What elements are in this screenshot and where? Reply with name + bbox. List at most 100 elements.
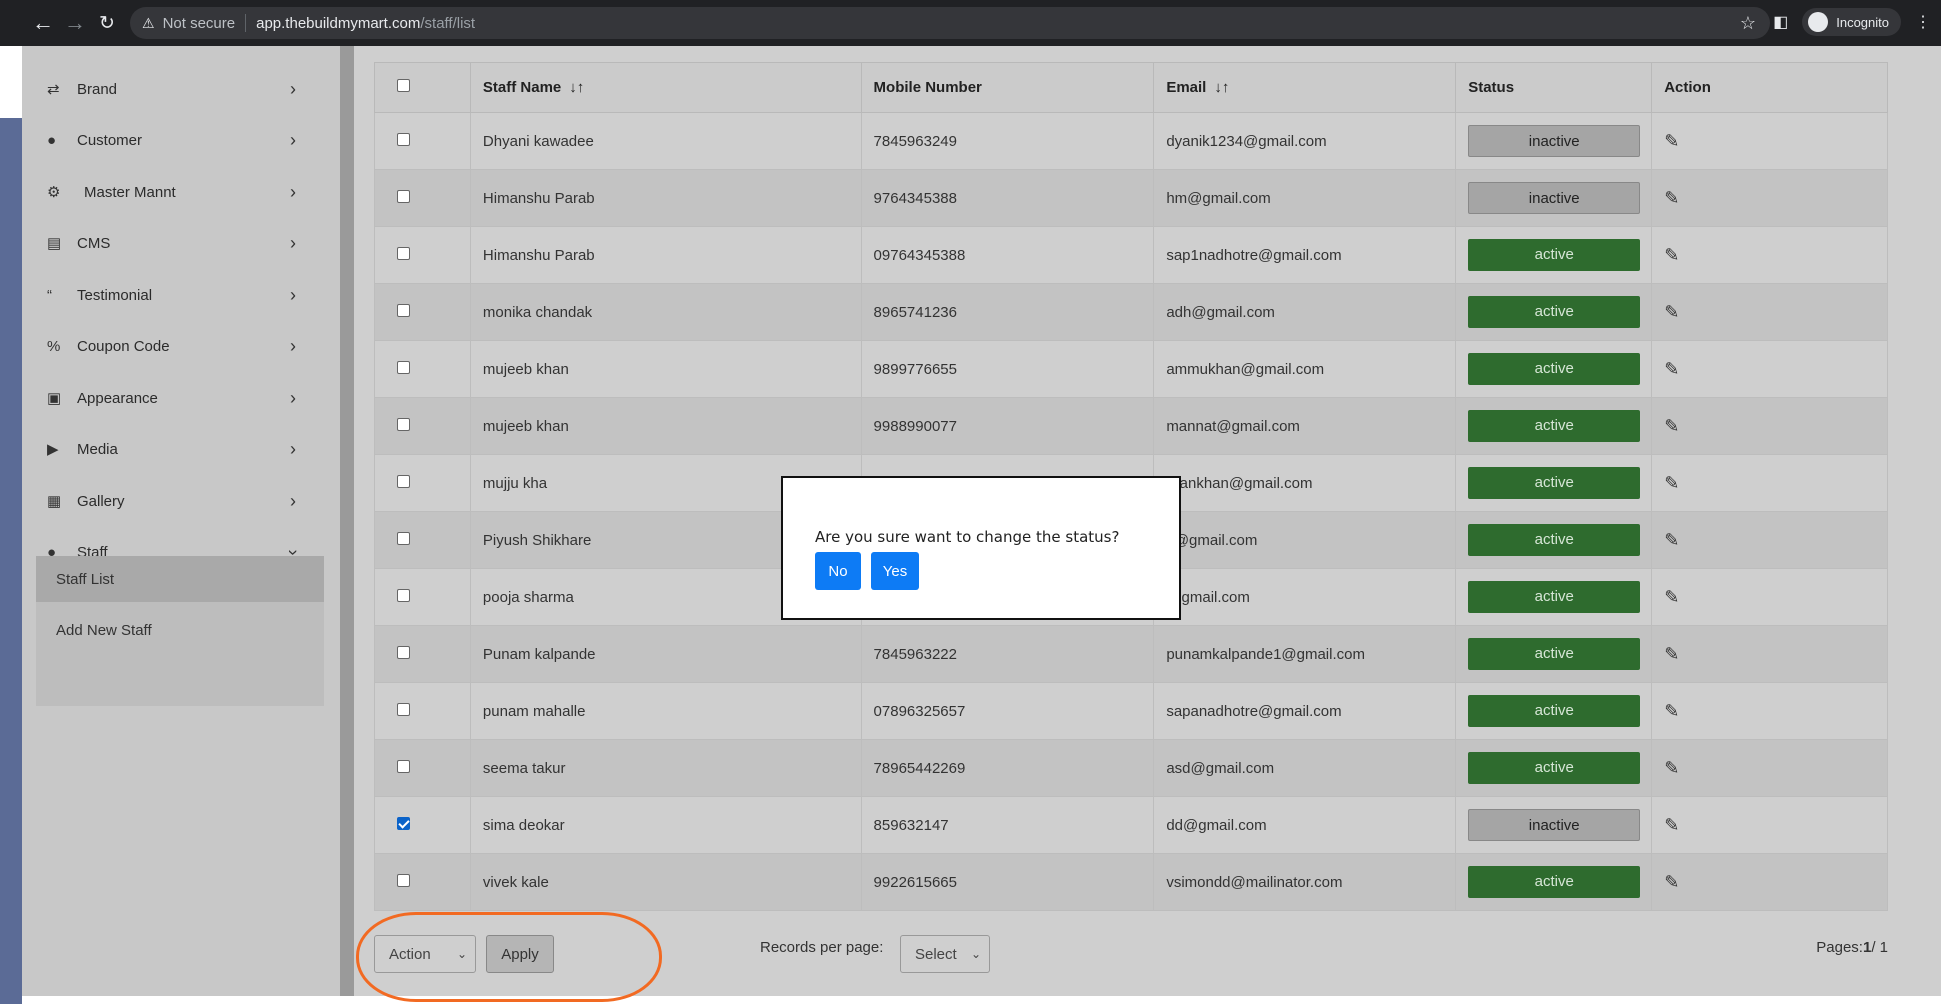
submenu-item-staff-list[interactable]: Staff List	[36, 556, 324, 602]
edit-icon[interactable]: ✎	[1664, 644, 1679, 664]
status-toggle-button[interactable]: inactive	[1468, 809, 1641, 841]
edit-icon[interactable]: ✎	[1664, 701, 1679, 721]
sidebar-item-customer[interactable]: ● Customer ›	[22, 115, 340, 165]
edit-icon[interactable]: ✎	[1664, 245, 1679, 265]
cell-action: ✎	[1651, 112, 1888, 170]
col-email[interactable]: Email ↓↑	[1153, 62, 1457, 113]
cell-email: sap1nadhotre@gmail.com	[1153, 226, 1457, 284]
cell-action: ✎	[1651, 340, 1888, 398]
cell-email: asd@gmail.com	[1153, 739, 1457, 797]
sidebar-item-appearance[interactable]: ▣ Appearance ›	[22, 373, 340, 423]
sidebar-item-label: Gallery	[77, 492, 125, 510]
chevron-right-icon: ›	[290, 78, 296, 99]
status-toggle-button[interactable]: active	[1468, 239, 1641, 271]
chevron-right-icon: ›	[290, 284, 296, 305]
table-row: vivek kale 9922615665 vsimondd@mailinato…	[374, 853, 1888, 911]
status-toggle-button[interactable]: active	[1468, 695, 1641, 727]
status-toggle-button[interactable]: inactive	[1468, 182, 1641, 214]
kebab-menu-icon[interactable]: ⋮	[1915, 12, 1931, 32]
row-checkbox[interactable]	[397, 588, 410, 602]
cell-mobile: 9988990077	[860, 397, 1155, 455]
row-checkbox[interactable]	[397, 417, 410, 431]
pagination-info: Pages:1/ 1	[1816, 939, 1888, 956]
cell-email: mannat@gmail.com	[1153, 397, 1457, 455]
status-toggle-button[interactable]: active	[1468, 296, 1641, 328]
status-toggle-button[interactable]: active	[1468, 638, 1641, 670]
status-toggle-button[interactable]: inactive	[1468, 125, 1641, 157]
row-checkbox[interactable]	[397, 360, 410, 374]
row-checkbox[interactable]	[397, 246, 410, 260]
table-row: monika chandak 8965741236 adh@gmail.com …	[374, 283, 1888, 341]
cell-email: hrankhan@gmail.com	[1153, 454, 1457, 512]
forward-button[interactable]: →	[60, 8, 90, 38]
sidebar-item-gallery[interactable]: ▦ Gallery ›	[22, 476, 340, 526]
row-checkbox[interactable]	[397, 702, 410, 716]
edit-icon[interactable]: ✎	[1664, 131, 1679, 151]
back-button[interactable]: ←	[28, 8, 58, 38]
submenu-item-add-new-staff[interactable]: Add New Staff	[36, 607, 324, 653]
row-checkbox[interactable]	[397, 816, 410, 830]
status-toggle-button[interactable]: active	[1468, 752, 1641, 784]
row-checkbox[interactable]	[397, 474, 410, 488]
no-button[interactable]: No	[815, 552, 861, 590]
row-checkbox-cell	[374, 796, 471, 854]
cell-status: active	[1455, 568, 1653, 626]
row-checkbox[interactable]	[397, 645, 410, 659]
sidebar-item-brand[interactable]: ⇄ Brand ›	[22, 64, 340, 114]
row-checkbox-cell	[374, 739, 471, 797]
row-checkbox[interactable]	[397, 132, 410, 146]
row-checkbox[interactable]	[397, 759, 410, 773]
col-staff-name[interactable]: Staff Name ↓↑	[469, 62, 862, 113]
sort-icon[interactable]: ↓↑	[569, 79, 584, 96]
edit-icon[interactable]: ✎	[1664, 815, 1679, 835]
row-checkbox[interactable]	[397, 873, 410, 887]
bookmark-star-icon[interactable]: ☆	[1740, 13, 1756, 34]
status-toggle-button[interactable]: active	[1468, 524, 1641, 556]
row-checkbox-cell	[374, 625, 471, 683]
status-toggle-button[interactable]: active	[1468, 410, 1641, 442]
table-row: Dhyani kawadee 7845963249 dyanik1234@gma…	[374, 112, 1888, 170]
chevron-right-icon: ›	[290, 181, 296, 202]
incognito-badge[interactable]: Incognito	[1802, 8, 1901, 36]
sidebar-item-testimonial[interactable]: “ Testimonial ›	[22, 270, 340, 320]
edit-icon[interactable]: ✎	[1664, 530, 1679, 550]
reload-button[interactable]: ↻	[92, 8, 122, 38]
cell-mobile: 7845963249	[860, 112, 1155, 170]
sidebar-item-cms[interactable]: ▤ CMS ›	[22, 218, 340, 268]
cell-email: hm@gmail.com	[1153, 169, 1457, 227]
col-email-label: Email	[1166, 79, 1207, 96]
status-toggle-button[interactable]: active	[1468, 467, 1641, 499]
cell-name: Himanshu Parab	[469, 169, 862, 227]
edit-icon[interactable]: ✎	[1664, 872, 1679, 892]
cell-email: ammukhan@gmail.com	[1153, 340, 1457, 398]
row-checkbox[interactable]	[397, 189, 410, 203]
sidebar-item-media[interactable]: ▶ Media ›	[22, 424, 340, 474]
cell-action: ✎	[1651, 739, 1888, 797]
row-checkbox[interactable]	[397, 531, 410, 545]
file-icon: ▤	[47, 235, 62, 252]
play-circle-icon: ▶	[47, 441, 59, 458]
records-per-page-select[interactable]: Select ⌄	[900, 935, 990, 973]
edit-icon[interactable]: ✎	[1664, 416, 1679, 436]
select-all-checkbox[interactable]	[397, 79, 410, 92]
edit-icon[interactable]: ✎	[1664, 302, 1679, 322]
yes-button[interactable]: Yes	[871, 552, 919, 590]
sidebar-item-master-mannt[interactable]: ⚙ Master Mannt ›	[22, 167, 340, 217]
status-toggle-button[interactable]: active	[1468, 866, 1641, 898]
edit-icon[interactable]: ✎	[1664, 473, 1679, 493]
sidebar-item-coupon-code[interactable]: % Coupon Code ›	[22, 321, 340, 371]
row-checkbox[interactable]	[397, 303, 410, 317]
chevron-right-icon: ›	[290, 438, 296, 459]
edit-icon[interactable]: ✎	[1664, 188, 1679, 208]
edit-icon[interactable]: ✎	[1664, 587, 1679, 607]
side-panel-icon[interactable]: ◧	[1773, 12, 1788, 32]
row-checkbox-cell	[374, 682, 471, 740]
sidebar-item-label: Media	[77, 440, 118, 458]
status-toggle-button[interactable]: active	[1468, 581, 1641, 613]
address-bar[interactable]: ⚠ Not secure app.thebuildmymart.com /sta…	[130, 7, 1770, 39]
sort-icon[interactable]: ↓↑	[1214, 79, 1229, 96]
edit-icon[interactable]: ✎	[1664, 758, 1679, 778]
status-toggle-button[interactable]: active	[1468, 353, 1641, 385]
cell-action: ✎	[1651, 568, 1888, 626]
edit-icon[interactable]: ✎	[1664, 359, 1679, 379]
